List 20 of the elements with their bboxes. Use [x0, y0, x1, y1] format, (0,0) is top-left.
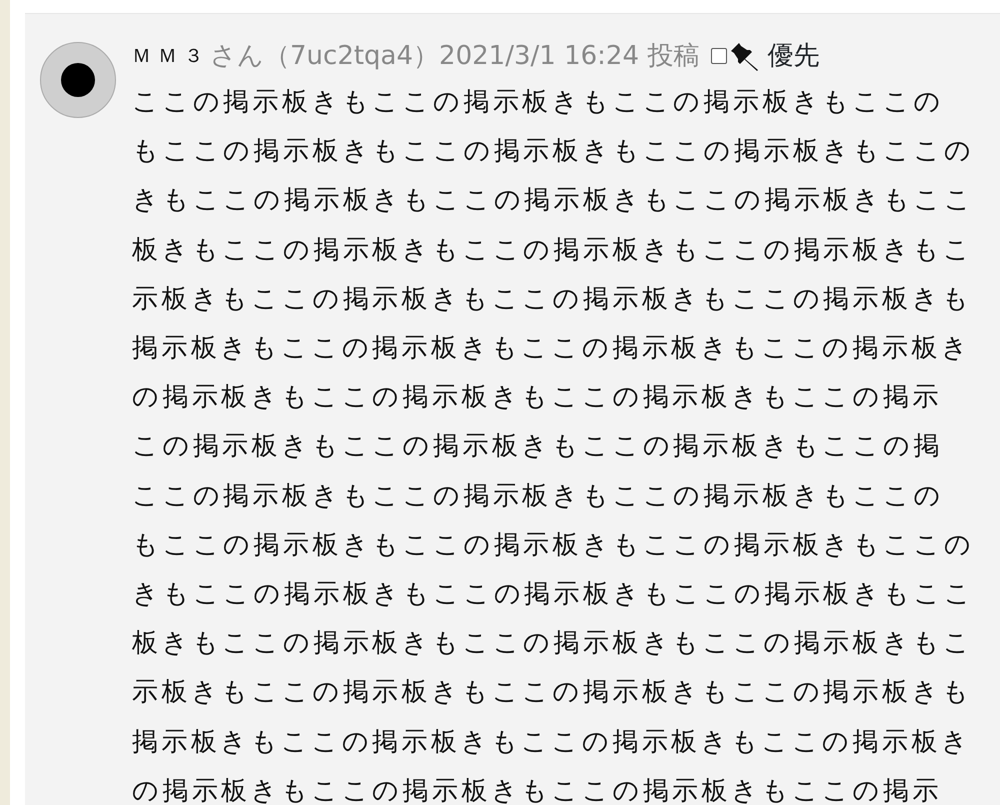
- post-text-line: きもここの掲示板きもここの掲示板きもここの掲示板きもここ: [132, 578, 974, 612]
- post-text-line: 板きもここの掲示板きもここの掲示板きもここの掲示板きもこ: [132, 234, 974, 267]
- post-text-line: 示板きもここの掲示板きもここの掲示板きもここの掲示板きも: [132, 676, 974, 710]
- pin-icon: [729, 41, 760, 71]
- post-text-line: きもここの掲示板きもここの掲示板きもここの掲示板きもここ: [132, 184, 974, 218]
- post-text-line: 掲示板きもここの掲示板きもここの掲示板きもここの掲示板き: [132, 332, 972, 366]
- post-text-line: の掲示板きもここの掲示板きもここの掲示板きもここの掲示: [132, 381, 943, 414]
- post-text-line: 示板きもここの掲示板きもここの掲示板きもここの掲示板きも: [132, 282, 974, 316]
- post-text-line: 掲示板きもここの掲示板きもここの掲示板きもここの掲示板き: [132, 726, 972, 759]
- post-meta: さん（7uc2tqa4）2021/3/1 16:24 投稿: [210, 40, 700, 72]
- priority-checkbox[interactable]: [711, 48, 728, 64]
- post-text-line: の掲示板きもここの掲示板きもここの掲示板きもここの掲示: [132, 774, 943, 805]
- priority-label: 優先: [767, 40, 820, 72]
- post-text-line: もここの掲示板きもここの掲示板きもここの掲示板きもここの: [132, 135, 974, 168]
- post-text-line: 板きもここの掲示板きもここの掲示板きもここの掲示板きもこ: [132, 627, 974, 660]
- post-text-line: この掲示板きもここの掲示板きもここの掲示板きもここの掲: [132, 430, 944, 464]
- post-text-line: ここの掲示板きもここの掲示板きもここの掲示板きもここの: [132, 86, 945, 119]
- post-text-line: ここの掲示板きもここの掲示板きもここの掲示板きもここの: [132, 480, 945, 513]
- post-text-line: もここの掲示板きもここの掲示板きもここの掲示板きもここの: [132, 528, 974, 562]
- author-name: ＭＭ３: [132, 44, 210, 69]
